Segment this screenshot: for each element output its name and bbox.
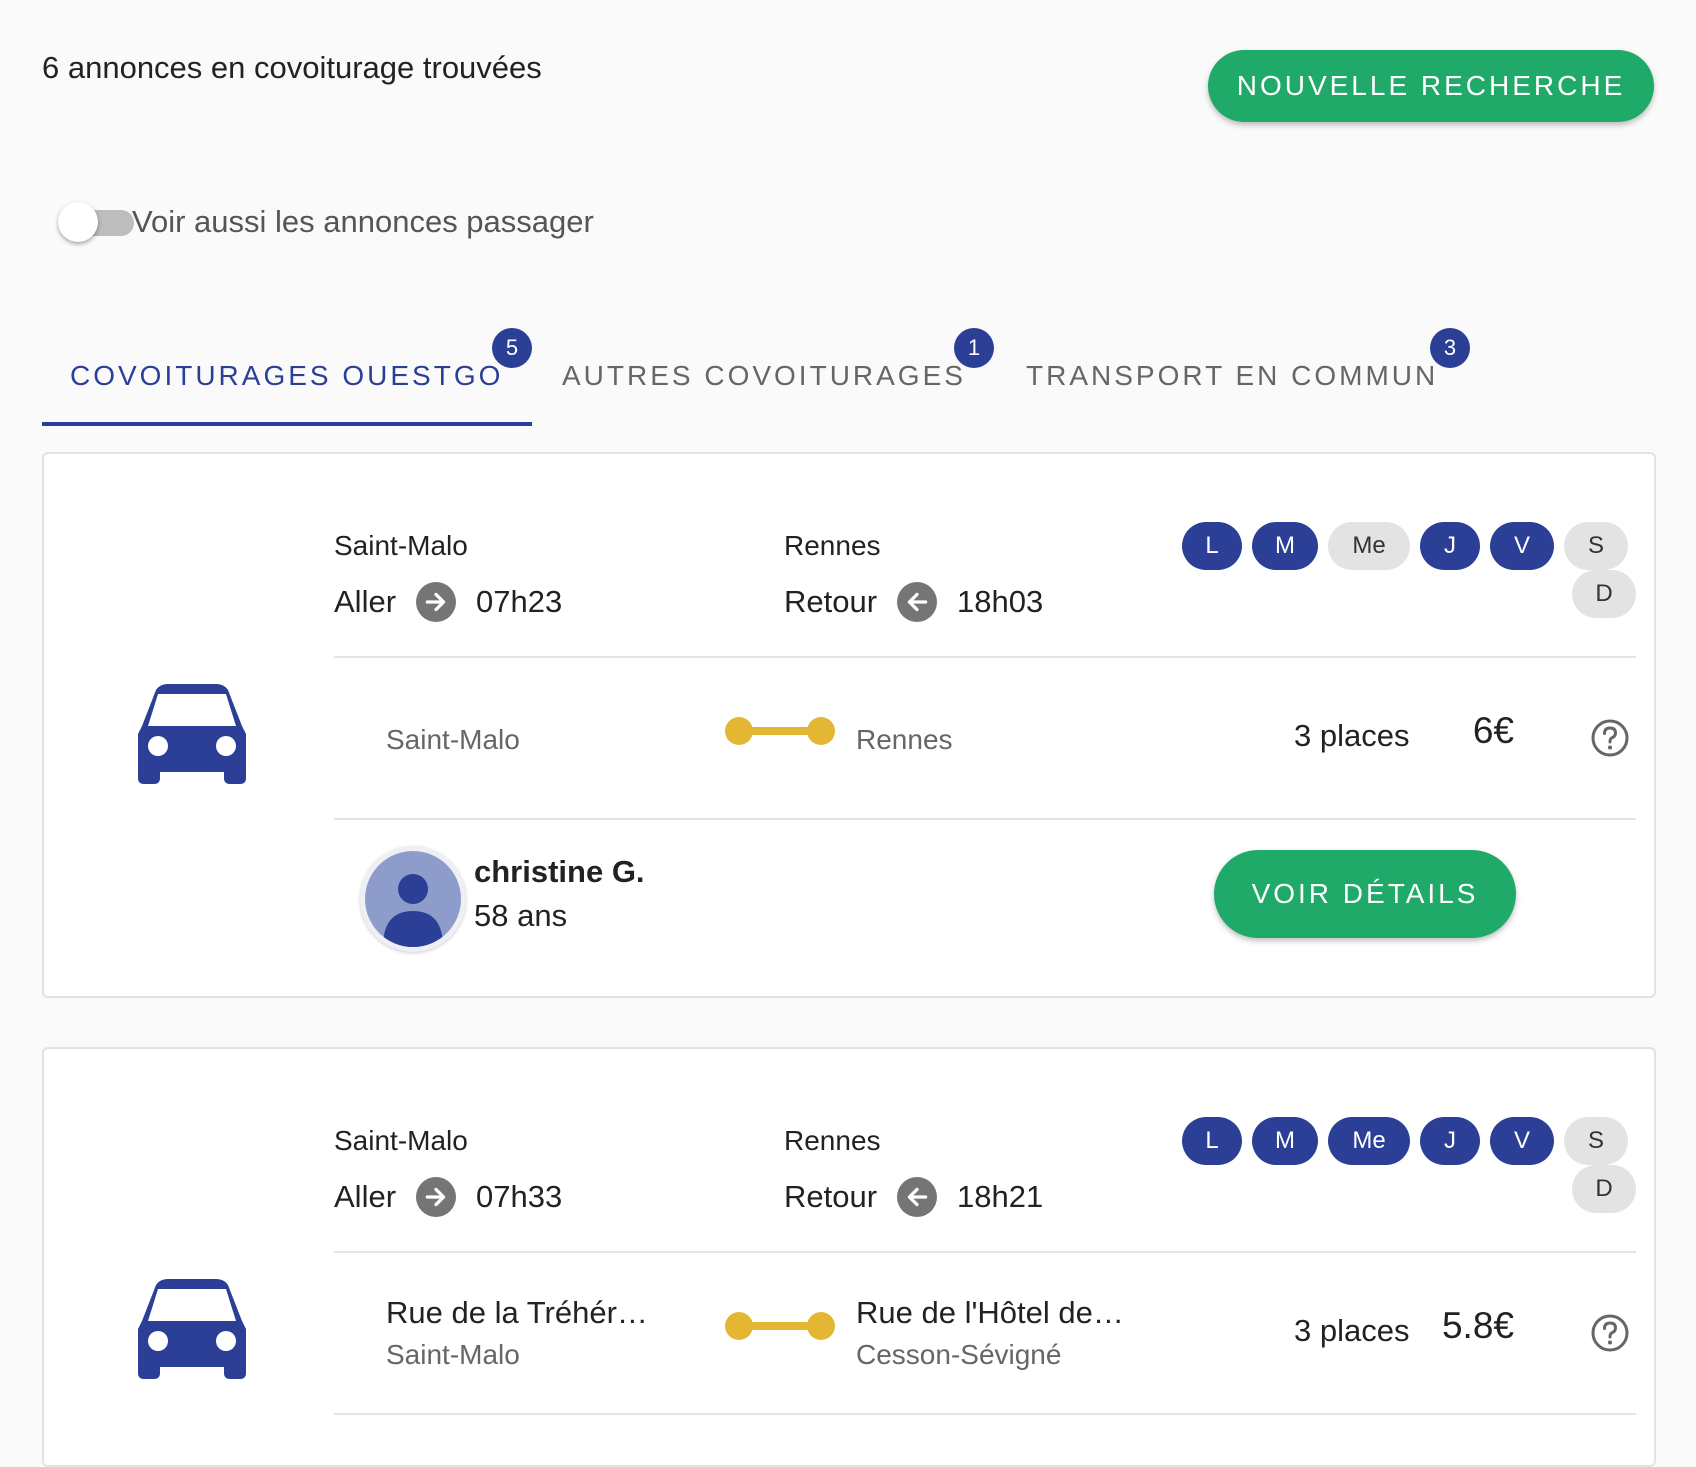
tab-label: TRANSPORT EN COMMUN [1026,360,1439,391]
results-count: 6 annonces en covoiturage trouvées [42,50,542,85]
toggle-label: Voir aussi les annonces passager [132,204,594,239]
destination-city: Rennes [784,1125,881,1156]
day-chip-tuesday: M [1252,522,1318,570]
outbound-time: 07h33 [476,1179,563,1214]
divider [334,1251,1636,1253]
return-row: Retour 18h21 [784,1177,1043,1217]
outbound-row: Aller 07h23 [334,582,562,622]
return-time: 18h21 [957,1179,1044,1214]
driver-age: 58 ans [474,898,568,933]
day-chip-tuesday: M [1252,1117,1318,1165]
day-chip-monday: L [1182,1117,1242,1165]
new-search-button[interactable]: NOUVELLE RECHERCHE [1208,50,1654,122]
return-label: Retour [784,584,878,619]
tab-label: COVOITURAGES OUESTGO [70,360,504,391]
from-address: Rue de la Tréhér… [386,1295,648,1330]
listing-card: Saint-Malo Aller 07h23 Rennes Retour 18h… [42,452,1656,998]
to-city: Rennes [856,724,953,755]
tab-transport-en-commun[interactable]: TRANSPORT EN COMMUN 3 [1026,328,1470,392]
tab-covoiturages-ouestgo[interactable]: COVOITURAGES OUESTGO 5 [70,328,532,392]
arrow-right-icon [416,1177,457,1217]
car-icon [138,684,246,784]
day-chip-saturday: S [1564,522,1628,570]
car-icon [138,1279,246,1379]
price: 6€ [1472,710,1514,751]
day-chip-friday: V [1490,522,1554,570]
day-chip-wednesday: Me [1328,1117,1410,1165]
tab-count-badge: 1 [954,328,994,368]
origin-city: Saint-Malo [334,1125,468,1156]
person-icon [383,874,443,947]
arrow-right-icon [416,582,457,622]
listing-card: Saint-Malo Aller 07h33 Rennes Retour 18h… [42,1047,1656,1467]
tab-autres-covoiturages[interactable]: AUTRES COVOITURAGES 1 [562,328,994,392]
divider [334,656,1636,658]
passenger-toggle-row: Voir aussi les annonces passager [58,200,594,244]
to-city: Cesson-Sévigné [856,1339,1062,1370]
outbound-row: Aller 07h33 [334,1177,562,1217]
to-address: Rue de l'Hôtel de… [856,1295,1124,1330]
avatar [360,846,466,952]
return-row: Retour 18h03 [784,582,1043,622]
divider [334,1413,1636,1415]
help-circle-icon[interactable] [1590,1313,1630,1353]
view-details-button[interactable]: VOIR DÉTAILS [1214,850,1516,938]
return-time: 18h03 [957,584,1044,619]
day-chip-monday: L [1182,522,1242,570]
toggle-thumb [58,202,98,242]
day-chip-sunday: D [1572,570,1636,618]
route-line-icon [725,717,835,745]
tab-label: AUTRES COVOITURAGES [562,360,966,391]
day-chip-friday: V [1490,1117,1554,1165]
tab-count-badge: 3 [1430,328,1470,368]
result-tabs: COVOITURAGES OUESTGO 5 AUTRES COVOITURAG… [42,328,1654,426]
return-label: Retour [784,1179,878,1214]
active-tab-indicator [42,422,532,426]
destination-city: Rennes [784,530,881,561]
arrow-left-icon [897,1177,938,1217]
from-city: Saint-Malo [386,724,520,755]
outbound-time: 07h23 [476,584,563,619]
from-city: Saint-Malo [386,1339,520,1370]
driver-name: christine G. [474,854,645,889]
day-chip-wednesday: Me [1328,522,1410,570]
tab-count-badge: 5 [492,328,532,368]
divider [334,818,1636,820]
day-chip-thursday: J [1420,1117,1480,1165]
outbound-label: Aller [334,1179,397,1214]
day-chip-sunday: D [1572,1165,1636,1213]
price: 5.8€ [1441,1305,1514,1346]
day-chip-saturday: S [1564,1117,1628,1165]
arrow-left-icon [897,582,938,622]
route-line-icon [725,1312,835,1340]
help-circle-icon[interactable] [1590,718,1630,758]
outbound-label: Aller [334,584,397,619]
day-chip-thursday: J [1420,522,1480,570]
origin-city: Saint-Malo [334,530,468,561]
passenger-toggle-switch[interactable] [58,200,136,244]
